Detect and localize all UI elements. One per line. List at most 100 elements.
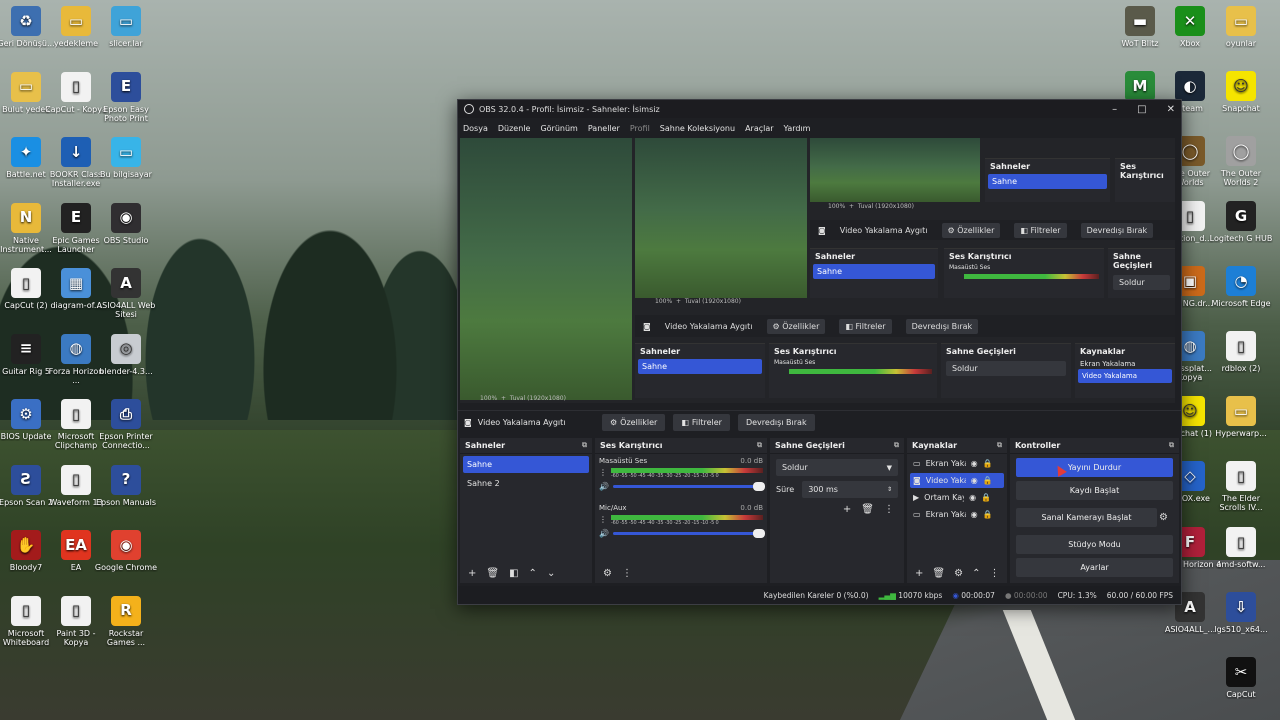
menu-edit[interactable]: Düzenle	[498, 124, 531, 133]
advanced-audio-icon[interactable]: ⚙	[603, 568, 612, 579]
scene-filter-icon[interactable]: ◧	[509, 568, 518, 579]
desktop-icon[interactable]: ▯ amd-softw...	[1209, 527, 1273, 593]
spinner-icon[interactable]: ⇕	[887, 486, 892, 493]
cpu-usage: CPU: 1.3%	[1057, 590, 1097, 600]
deactivate-button[interactable]: Devredışı Bırak	[737, 414, 815, 431]
menu-icon[interactable]: ⋮	[884, 504, 894, 515]
menu-profile[interactable]: Profil	[630, 124, 650, 133]
source-item[interactable]: ▭ Ekran Yakalama ◉ 🔒	[910, 456, 1004, 471]
source-item[interactable]: ▭ Ekran Yakalama ◉ 🔒	[910, 507, 1004, 522]
dropped-frames: Kaybedilen Kareler 0 (%0.0)	[763, 590, 869, 600]
lock-icon[interactable]: 🔒	[983, 459, 993, 468]
move-down-icon[interactable]: ⌄	[547, 568, 555, 579]
obs-window[interactable]: OBS 32.0.4 - Profil: İsimsiz - Sahneler:…	[457, 99, 1182, 605]
menu-tools[interactable]: Araçlar	[745, 124, 773, 133]
desktop-icon[interactable]: ▭ Hyperwarp...	[1209, 396, 1273, 462]
duration-input[interactable]: 300 ms ⇕	[802, 481, 898, 498]
gear-icon[interactable]: ⚙	[1159, 512, 1173, 523]
channel-menu-icon[interactable]: ⋮	[599, 515, 611, 524]
add-icon[interactable]: +	[843, 504, 851, 515]
trash-icon[interactable]: 🗑	[486, 568, 499, 579]
desktop-icon[interactable]: ▭ Bu bilgisayar	[94, 137, 158, 203]
move-up-icon[interactable]: ⌃	[529, 568, 537, 579]
source-item[interactable]: ◙ Video Yakalama ◉ 🔒	[910, 473, 1004, 488]
start-recording-button[interactable]: Kaydı Başlat	[1016, 481, 1173, 500]
add-icon[interactable]: +	[915, 568, 923, 579]
scene-item[interactable]: Sahne 2	[463, 475, 589, 492]
chevron-down-icon: ▼	[886, 463, 892, 472]
volume-knob[interactable]	[753, 529, 765, 538]
transition-select[interactable]: Soldur ▼	[776, 459, 898, 476]
eye-icon[interactable]: ◉	[971, 476, 978, 485]
menu-scene-collection[interactable]: Sahne Koleksiyonu	[660, 124, 735, 133]
desktop-icon[interactable]: ? Epson Manuals	[94, 464, 158, 531]
menu-docks[interactable]: Paneller	[588, 124, 620, 133]
close-icon[interactable]: ✕	[1167, 104, 1175, 115]
gear-icon[interactable]: ⚙	[954, 568, 963, 579]
lock-icon[interactable]: 🔒	[983, 476, 993, 485]
desktop-icon[interactable]: ⇩ lgs510_x64...	[1209, 592, 1273, 658]
eye-icon[interactable]: ◉	[971, 459, 978, 468]
desktop-icon[interactable]: ▭ oyunlar	[1209, 6, 1273, 72]
maximize-icon[interactable]: □	[1137, 104, 1146, 115]
guitar-rig-icon: ≡	[11, 333, 41, 364]
mixer-menu-icon[interactable]: ⋮	[622, 568, 632, 579]
move-up-icon[interactable]: ⌃	[972, 568, 980, 579]
eye-icon[interactable]: ◉	[969, 493, 976, 502]
trash-icon[interactable]: 🗑	[861, 504, 874, 515]
volume-slider[interactable]	[612, 529, 765, 538]
lock-icon[interactable]: 🔒	[983, 510, 993, 519]
disc-icon: ◎	[111, 333, 141, 364]
speaker-icon[interactable]: 🔊	[599, 529, 609, 538]
dock-popout-icon[interactable]: ⧉	[1169, 441, 1174, 450]
desktop-icon[interactable]: ▯ rdblox (2)	[1209, 331, 1273, 397]
camera-icon: ◙	[913, 476, 921, 485]
desktop-icon[interactable]: ◎ blender-4.3...	[94, 333, 158, 400]
filters-button[interactable]: ◧ Filtreler	[673, 414, 730, 431]
desktop-icon[interactable]: ⎙ Epson Printer Connectio...	[94, 399, 158, 465]
desktop-icon[interactable]: A ASIO4ALL Web Sitesi	[94, 268, 158, 334]
sources-dock-header: Kaynaklar ⧉	[907, 438, 1007, 454]
desktop-icon[interactable]: ☺ Snapchat	[1209, 71, 1273, 137]
desktop-icon[interactable]: ◉ OBS Studio	[94, 202, 158, 269]
source-item[interactable]: ▶ Ortam Kaynağı ◉ 🔒	[910, 490, 1004, 505]
menu-icon[interactable]: ⋮	[989, 568, 999, 579]
controls-dock-header: Kontroller ⧉	[1010, 438, 1179, 454]
desktop-icon[interactable]: ◯ The Outer Worlds 2	[1209, 136, 1273, 202]
menu-view[interactable]: Görünüm	[540, 124, 577, 133]
nested-toolbar: ◙ Video Yakalama Aygıtı ⚙ Özellikler ◧ F…	[635, 315, 1175, 337]
properties-button[interactable]: ⚙ Özellikler	[602, 414, 666, 431]
desktop-icon[interactable]: ▭ slicer.lar	[94, 6, 158, 72]
start-virtual-camera-button[interactable]: Sanal Kamerayı Başlat	[1016, 508, 1157, 527]
obs-titlebar[interactable]: OBS 32.0.4 - Profil: İsimsiz - Sahneler:…	[458, 100, 1181, 118]
preview-canvas[interactable]: 100% + Tuval (1920x1080) 100% + Tuval (1…	[460, 138, 1175, 403]
desktop-icon[interactable]: ✂ CapCut	[1209, 657, 1273, 720]
menu-help[interactable]: Yardım	[784, 124, 811, 133]
volume-slider[interactable]	[612, 482, 765, 491]
desktop-icon[interactable]: ◔ Microsoft Edge	[1209, 266, 1273, 332]
desktop-icon[interactable]: ▯ The Elder Scrolls IV...	[1209, 461, 1273, 527]
desktop-icon[interactable]: R Rockstar Games ...	[94, 595, 158, 662]
globe-icon: ◍	[61, 333, 91, 364]
add-icon[interactable]: +	[468, 568, 476, 579]
desktop-icon[interactable]: E Epson Easy Photo Print	[94, 71, 158, 138]
desktop-icon[interactable]: ◉ Google Chrome	[94, 530, 158, 596]
dock-popout-icon[interactable]: ⧉	[894, 441, 899, 450]
menu-file[interactable]: Dosya	[463, 124, 488, 133]
scene-item[interactable]: Sahne	[463, 456, 589, 473]
asio-icon: A	[111, 268, 141, 298]
dock-popout-icon[interactable]: ⧉	[757, 441, 762, 450]
trash-icon[interactable]: 🗑	[932, 568, 945, 579]
stop-stream-button[interactable]: Yayını Durdur	[1016, 458, 1173, 477]
eye-icon[interactable]: ◉	[971, 510, 978, 519]
dock-popout-icon[interactable]: ⧉	[997, 441, 1002, 450]
volume-knob[interactable]	[753, 482, 765, 491]
desktop-icon[interactable]: G Logitech G HUB	[1209, 201, 1273, 267]
minimize-icon[interactable]: –	[1112, 104, 1117, 115]
studio-mode-button[interactable]: Stüdyo Modu	[1016, 535, 1173, 554]
dock-popout-icon[interactable]: ⧉	[582, 441, 587, 450]
channel-menu-icon[interactable]: ⋮	[599, 468, 611, 477]
speaker-icon[interactable]: 🔊	[599, 482, 609, 491]
settings-button[interactable]: Ayarlar	[1016, 558, 1173, 577]
lock-icon[interactable]: 🔒	[981, 493, 991, 502]
